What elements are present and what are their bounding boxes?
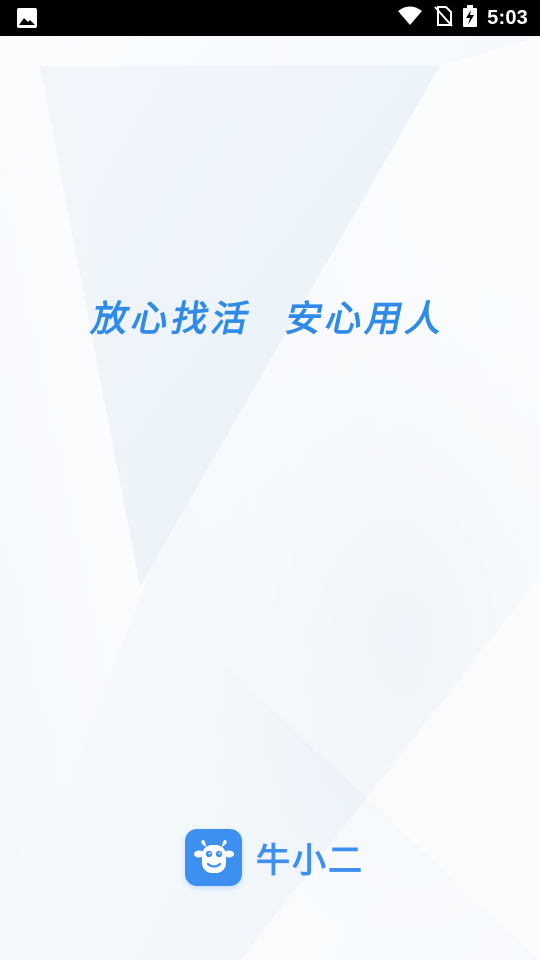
no-sim-icon	[433, 5, 453, 31]
app-logo	[185, 829, 242, 886]
cow-face-icon	[193, 839, 234, 873]
slogan: 放心找活 安心用人	[0, 290, 540, 342]
status-icons: 5:03	[397, 0, 528, 36]
splash-background	[0, 36, 540, 960]
battery-charging-icon	[463, 5, 478, 31]
status-time: 5:03	[487, 6, 528, 29]
app-name: 牛小二	[256, 841, 364, 881]
splash-screen: 5:03 放心找活 安心用人 牛小二	[0, 0, 540, 960]
slogan-right: 安心用人	[281, 299, 451, 340]
image-icon	[16, 7, 38, 29]
slogan-left: 放心找活	[87, 299, 257, 340]
brand: 牛小二	[185, 829, 364, 886]
wifi-icon	[397, 6, 423, 30]
status-bar: 5:03	[0, 0, 540, 36]
